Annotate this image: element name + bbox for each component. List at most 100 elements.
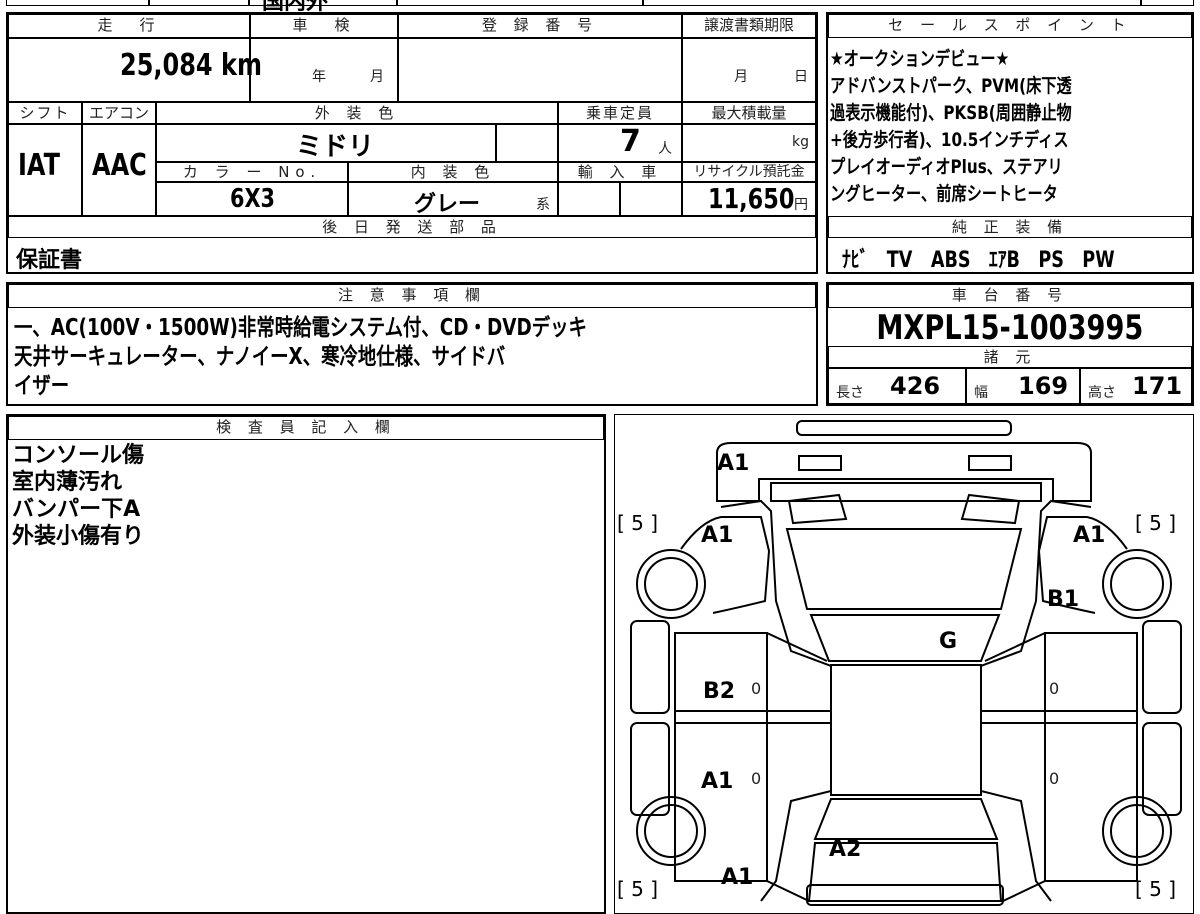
notes-line: イザー	[14, 373, 70, 399]
header-genuine-equipment: 純 正 装 備	[828, 216, 1192, 238]
header-registration: 登 録 番 号	[398, 14, 682, 38]
diagram-right-front-side	[1142, 620, 1182, 714]
header-color-no: カ ラ ー No.	[156, 162, 348, 182]
mark-right-front-fender: B1	[1047, 587, 1080, 612]
vehicle-info-table: 走 行 車 検 登 録 番 号 譲渡書類期限 25,084 km 年 月 月 日…	[6, 12, 818, 274]
notes-line: 一、AC(100V・1500W)非常時給電システム付、CD・DVDデッキ	[14, 315, 587, 341]
shift-value: IAT	[18, 148, 61, 183]
spec-height-label: 高さ	[1088, 385, 1116, 401]
inspector-line: 室内薄汚れ	[12, 470, 123, 495]
spec-width-value: 169	[1018, 372, 1069, 400]
top-strip-divider	[1140, 0, 1142, 6]
mark-left-rear-door: A1	[701, 769, 734, 794]
diagram-wheel-rear-left	[636, 796, 706, 866]
mark-front-right: A1	[1073, 523, 1106, 548]
header-shift: シフト	[8, 102, 82, 124]
equipment-item: ｴｱB	[988, 248, 1020, 273]
sales-line: プレイオーディオPlus、ステアリ	[830, 156, 1063, 178]
header-sales-points: セ ー ル ス ポ イ ン ト	[828, 14, 1192, 38]
tire-label-front-left: [ 5 ]	[617, 511, 659, 535]
import-cell-a	[558, 182, 620, 216]
capacity-unit: 人	[658, 141, 672, 157]
mark-door-zero: 0	[751, 679, 762, 698]
spec-length-value: 426	[890, 372, 941, 400]
header-inspector: 検 査 員 記 入 欄	[8, 416, 604, 440]
notes-text: 一、AC(100V・1500W)非常時給電システム付、CD・DVDデッキ 天井サ…	[14, 314, 730, 401]
sales-line: 過表示機能付)、PKSB(周囲静止物	[830, 102, 1072, 124]
sales-line: ングヒーター、前席シートヒータ	[830, 183, 1058, 205]
header-max-load: 最大積載量	[682, 102, 816, 124]
chassis-number: MXPL15-1003995	[876, 308, 1144, 348]
equipment-item: TV	[886, 248, 913, 273]
header-exterior-color: 外 装 色	[156, 102, 558, 124]
spec-length-label: 長さ	[836, 385, 864, 401]
color-no-value: 6X3	[230, 184, 275, 214]
sales-points-text: ★オークションデビュー★ アドバンストパーク、PVM(床下透 過表示機能付)、P…	[830, 46, 1132, 208]
diagram-front-grille	[796, 420, 1012, 436]
diagram-right-rear-side	[1142, 722, 1182, 816]
inspector-line: バンパー下A	[12, 497, 141, 522]
exterior-color-extra-cell	[496, 124, 558, 162]
genuine-equipment-list: ﾅﾋﾞ TV ABS ｴｱB PS PW	[842, 242, 1183, 274]
diagram-hood-vent-left	[787, 493, 848, 525]
diagram-roof	[830, 664, 982, 796]
header-later-parts: 後 日 発 送 部 品	[8, 216, 816, 238]
diagram-right-panel	[1044, 632, 1138, 882]
diagram-body-left	[720, 499, 832, 902]
diagram-front-bumper	[716, 442, 1092, 502]
mark-door-zero: 0	[1049, 769, 1060, 788]
mark-front-bumper: A1	[717, 451, 750, 476]
header-capacity: 乗車定員	[558, 102, 682, 124]
car-diagram	[630, 420, 1182, 906]
inspector-text: コンソール傷 室内薄汚れ バンパー下A 外装小傷有り	[12, 442, 144, 550]
top-strip-divider	[396, 0, 398, 6]
car-diagram-panel: A1 A1 A1 B1 G B2 A1 A2 A1 0 0 0 0 [ 5 ] …	[614, 414, 1194, 914]
diagram-left-front-side	[630, 620, 670, 714]
diagram-windshield	[809, 614, 1001, 662]
inspector-line: 外装小傷有り	[12, 524, 145, 549]
header-transfer-deadline: 譲渡書類期限	[682, 14, 816, 38]
diagram-headlight-left	[798, 455, 842, 471]
diagram-hood-main	[785, 528, 1023, 610]
equipment-item: PW	[1082, 248, 1115, 273]
mark-door-zero: 0	[1049, 679, 1060, 698]
header-recycle: リサイクル預託金	[682, 162, 816, 182]
aircon-value: AAC	[92, 148, 147, 183]
header-notes: 注 意 事 項 欄	[8, 284, 816, 308]
sales-points-panel: セ ー ル ス ポ イ ン ト ★オークションデビュー★ アドバンストパーク、P…	[826, 12, 1194, 274]
notes-line: 天井サーキュレーター、ナノイーX、寒冷地仕様、サイドバ	[14, 344, 506, 370]
mark-windshield: G	[939, 629, 958, 654]
interior-color-value: グレー	[414, 192, 481, 217]
top-strip-divider	[642, 0, 644, 6]
diagram-body-right	[980, 499, 1092, 902]
top-strip-divider	[148, 0, 150, 6]
recycle-unit: 円	[794, 197, 808, 213]
mark-front-left: A1	[701, 523, 734, 548]
diagram-rear-window	[813, 798, 999, 840]
header-specs: 諸 元	[828, 346, 1192, 368]
tire-label-rear-right: [ 5 ]	[1135, 877, 1177, 901]
header-interior-color: 内 装 色	[348, 162, 558, 182]
diagram-left-panel	[674, 632, 768, 882]
header-import: 輸 入 車	[558, 162, 682, 182]
diagram-hood-vent-right	[960, 493, 1021, 525]
diagram-headlight-right	[968, 455, 1012, 471]
later-parts-value: 保証書	[16, 248, 83, 273]
diagram-wheel-front-left	[636, 549, 706, 619]
chassis-panel: 車 台 番 号 MXPL15-1003995 諸 元 長さ 426 幅 169 …	[826, 282, 1194, 406]
top-strip	[6, 0, 1194, 6]
diagram-left-rear-side	[630, 722, 670, 816]
tire-label-front-right: [ 5 ]	[1135, 511, 1177, 535]
spec-width-label: 幅	[974, 385, 988, 401]
transfer-month: 月	[734, 69, 748, 85]
equipment-item: ABS	[930, 248, 971, 273]
equipment-item: ﾅﾋﾞ	[842, 248, 869, 273]
header-mileage: 走 行	[8, 14, 250, 38]
mark-rear: A2	[829, 837, 862, 862]
notes-panel: 注 意 事 項 欄 一、AC(100V・1500W)非常時給電システム付、CD・…	[6, 282, 818, 406]
mark-left-front-door: B2	[703, 679, 736, 704]
tire-label-rear-left: [ 5 ]	[617, 877, 659, 901]
import-cell-b	[620, 182, 682, 216]
capacity-value: 7	[620, 124, 641, 159]
interior-color-suffix: 系	[536, 197, 550, 213]
